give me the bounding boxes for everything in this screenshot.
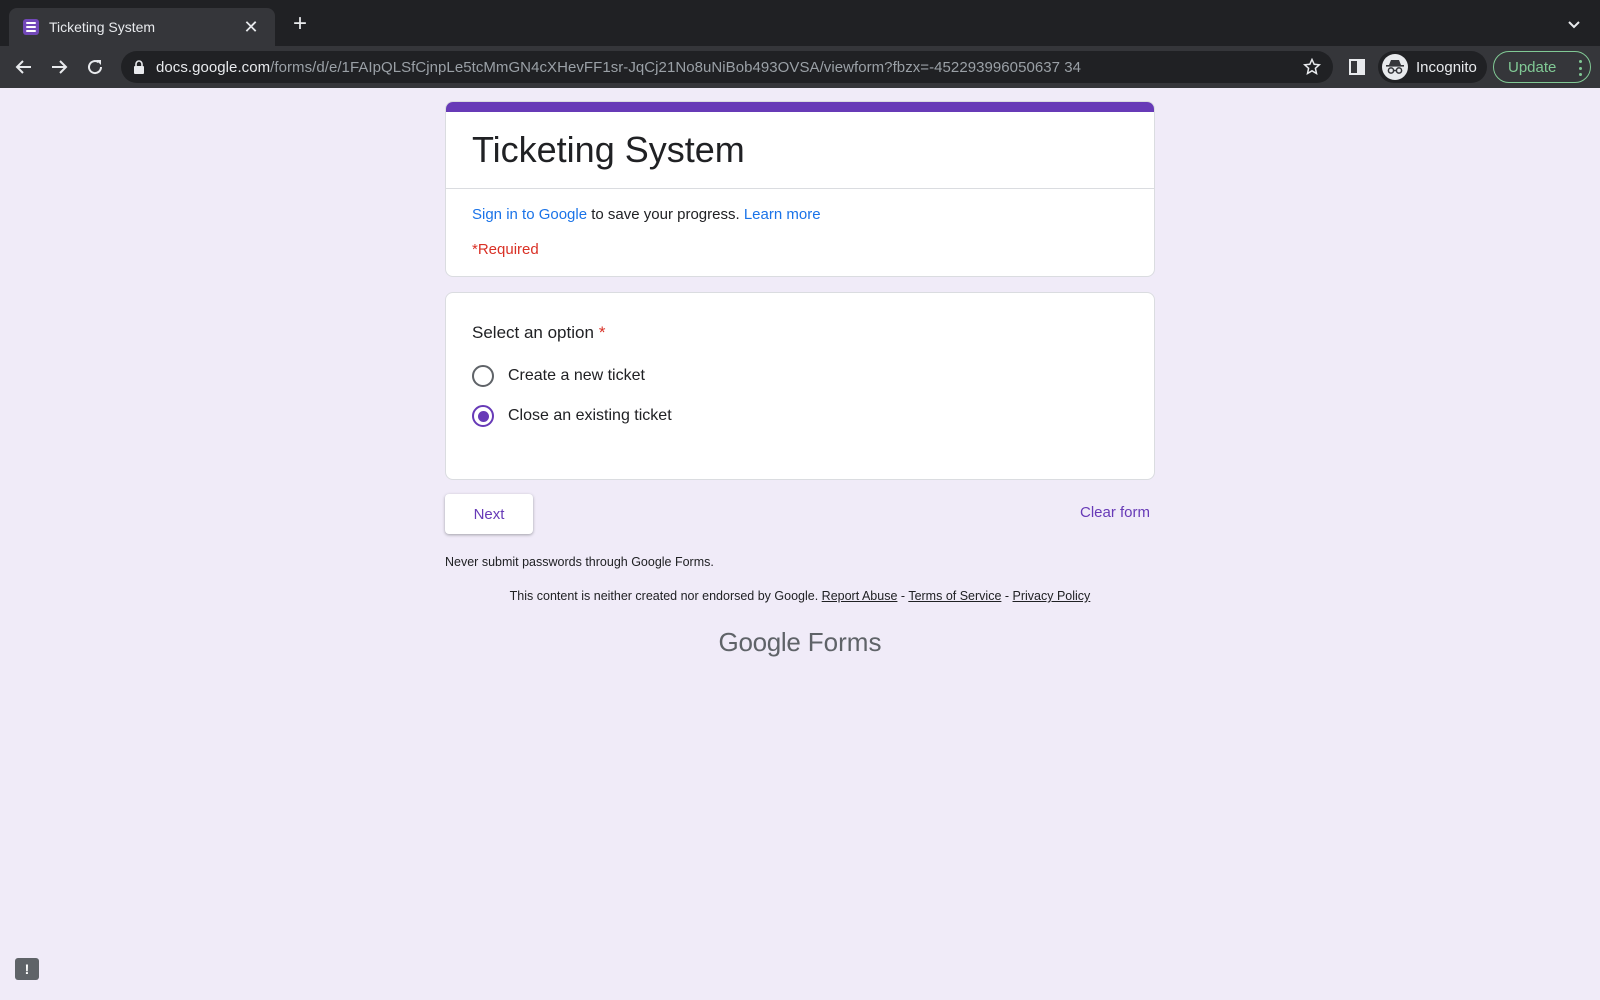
back-arrow-icon[interactable] [11, 54, 37, 80]
signin-row: Sign in to Google to save your progress.… [446, 189, 1154, 223]
next-button[interactable]: Next [445, 494, 533, 534]
sign-in-link[interactable]: Sign in to Google [472, 206, 587, 223]
more-vert-icon[interactable] [1578, 60, 1582, 76]
new-tab-plus-icon[interactable]: + [288, 12, 312, 36]
browser-tab-bar: Ticketing System ✕ + [0, 0, 1600, 46]
option-close-existing-ticket[interactable]: Close an existing ticket [472, 405, 1128, 427]
privacy-policy-link[interactable]: Privacy Policy [1013, 589, 1091, 603]
side-panel-icon[interactable] [1348, 58, 1366, 76]
radio-unchecked[interactable] [472, 365, 494, 387]
tab-title: Ticketing System [49, 19, 156, 35]
tab-close-icon[interactable]: ✕ [241, 17, 261, 38]
tab-search-chevron-icon[interactable] [1564, 14, 1584, 34]
radio-checked[interactable] [472, 405, 494, 427]
logo-forms-text: Forms [807, 627, 882, 657]
form-title: Ticketing System [446, 112, 1154, 189]
bookmark-star-icon[interactable] [1303, 58, 1321, 76]
incognito-label: Incognito [1416, 58, 1477, 76]
browser-tab[interactable]: Ticketing System ✕ [9, 8, 275, 46]
google-forms-logo[interactable]: Google Forms [445, 627, 1155, 658]
incognito-profile-button[interactable]: Incognito [1378, 51, 1487, 83]
form-accent-bar [446, 102, 1154, 112]
question-title: Select an option * [472, 323, 1128, 343]
incognito-icon [1382, 54, 1408, 80]
form-header-card: Ticketing System Sign in to Google to sa… [445, 101, 1155, 277]
browser-toolbar: docs.google.com/forms/d/e/1FAIpQLSfCjnpL… [0, 46, 1600, 88]
report-feedback-icon[interactable]: ! [15, 958, 39, 980]
terms-of-service-link[interactable]: Terms of Service [908, 589, 1001, 603]
address-bar[interactable]: docs.google.com/forms/d/e/1FAIpQLSfCjnpL… [121, 51, 1333, 83]
clear-form-button[interactable]: Clear form [1060, 504, 1150, 521]
question-card: Select an option * Create a new ticket Cl… [445, 292, 1155, 480]
learn-more-link[interactable]: Learn more [744, 206, 821, 223]
url-text: docs.google.com/forms/d/e/1FAIpQLSfCjnpL… [156, 59, 1303, 76]
disclaimer: This content is neither created nor endo… [445, 589, 1155, 603]
required-asterisk: * [598, 323, 606, 342]
option-label: Create a new ticket [508, 367, 645, 384]
update-button[interactable]: Update [1493, 51, 1591, 83]
report-abuse-link[interactable]: Report Abuse [822, 589, 898, 603]
update-label: Update [1508, 58, 1557, 76]
separator: - [1001, 589, 1013, 603]
google-forms-favicon-icon [23, 19, 39, 35]
url-host: docs.google.com [156, 58, 271, 76]
url-path: /forms/d/e/1FAIpQLSfCjnpLe5tcMmGN4cXHevF… [270, 58, 1082, 76]
lock-icon[interactable] [133, 60, 145, 74]
never-submit-note: Never submit passwords through Google Fo… [445, 555, 714, 569]
question-title-text: Select an option [472, 323, 594, 342]
signin-text: to save your progress. [587, 206, 744, 223]
required-note: *Required [472, 241, 539, 258]
disclaimer-text: This content is neither created nor endo… [509, 589, 822, 603]
option-create-new-ticket[interactable]: Create a new ticket [472, 365, 1128, 387]
separator: - [897, 589, 909, 603]
forward-arrow-icon[interactable] [46, 54, 72, 80]
logo-google-text: Google [718, 627, 801, 657]
option-label: Close an existing ticket [508, 407, 672, 424]
reload-icon[interactable] [82, 54, 108, 80]
